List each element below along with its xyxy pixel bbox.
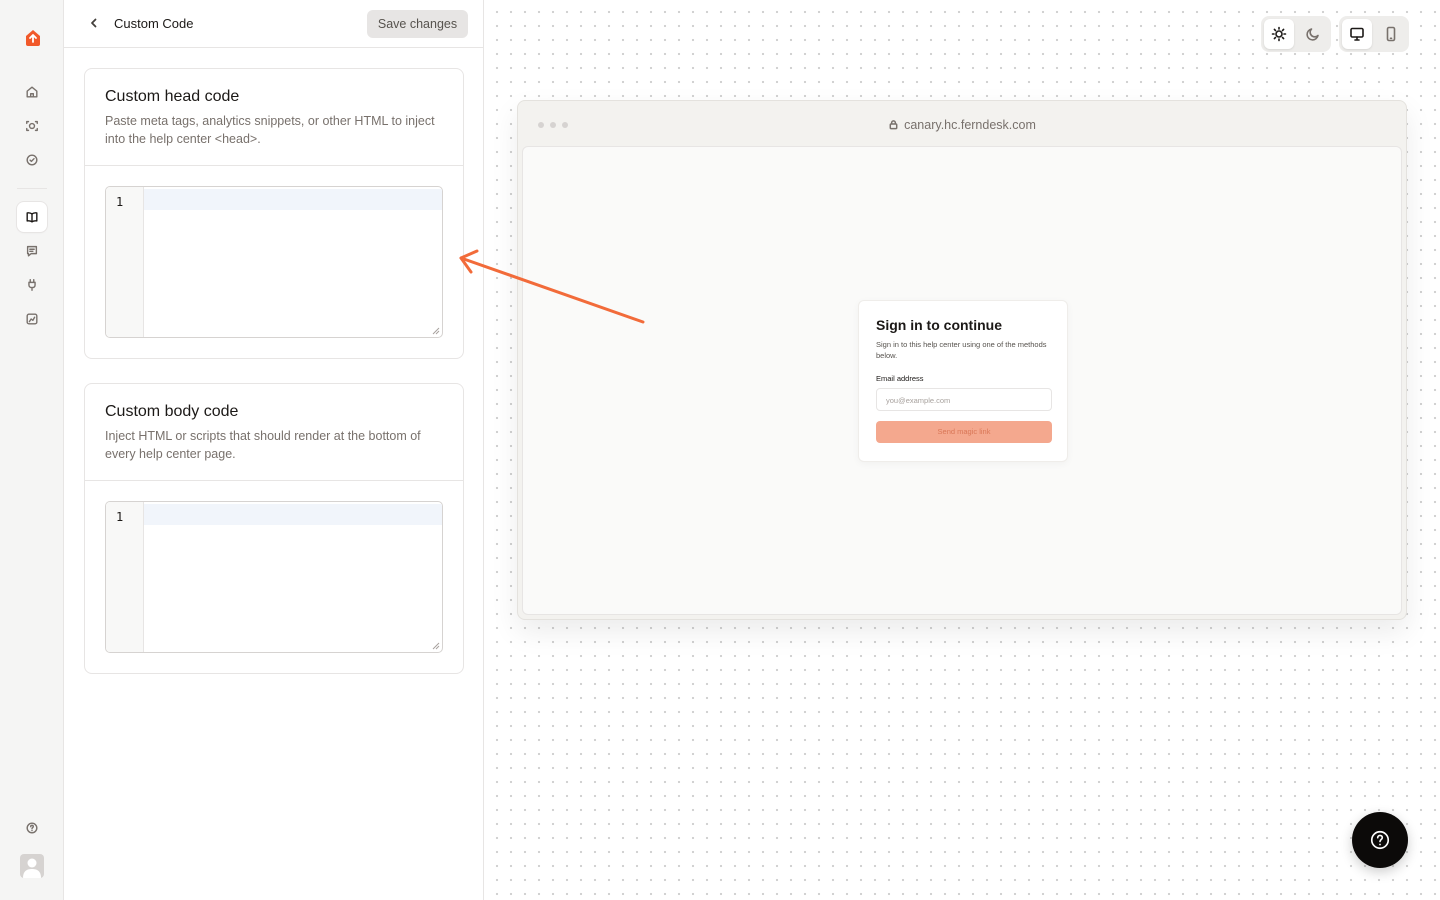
head-code-card-header: Custom head code Paste meta tags, analyt… [85,69,463,166]
sun-icon [1271,26,1287,42]
help-chat-button[interactable] [1352,812,1408,868]
page-title: Custom Code [114,16,194,31]
scan-face-icon [26,120,38,132]
head-code-card-body: 1 [85,166,463,358]
preview-canvas: canary.hc.ferndesk.com Sign in to contin… [485,0,1440,900]
active-line-highlight [144,189,442,210]
signin-card: Sign in to continue Sign in to this help… [858,300,1068,462]
desktop-view-button[interactable] [1342,19,1372,49]
resize-handle-icon[interactable] [432,642,440,650]
dark-mode-button[interactable] [1298,19,1328,49]
panel-header: Custom Code Save changes [64,0,484,48]
app-rail [0,0,64,900]
active-line-highlight [144,504,442,525]
body-code-title: Custom body code [105,403,239,420]
head-code-title: Custom head code [105,88,240,105]
rail-tasks-button[interactable] [17,145,47,175]
book-open-icon [26,212,38,223]
line-number: 1 [116,510,124,524]
body-code-card: Custom body code Inject HTML or scripts … [84,383,464,674]
preview-viewport: Sign in to continue Sign in to this help… [522,146,1402,615]
rail-home-button[interactable] [17,77,47,107]
rail-analytics-button[interactable] [17,304,47,334]
email-field[interactable]: you@example.com [876,388,1052,411]
line-gutter: 1 [106,187,144,337]
mobile-view-button[interactable] [1376,19,1406,49]
signin-title: Sign in to continue [876,317,1002,333]
signin-description: Sign in to this help center using one of… [876,340,1047,360]
home-icon [26,86,38,98]
browser-frame: canary.hc.ferndesk.com Sign in to contin… [517,100,1407,620]
save-changes-button[interactable]: Save changes [367,10,468,38]
body-code-card-header: Custom body code Inject HTML or scripts … [85,384,463,481]
rail-help-button[interactable] [17,813,47,843]
back-button[interactable] [84,13,104,33]
send-magic-link-button[interactable]: Send magic link [876,421,1052,443]
message-icon [26,245,38,257]
head-code-card: Custom head code Paste meta tags, analyt… [84,68,464,359]
body-code-editor[interactable]: 1 [105,501,443,653]
body-code-description: Inject HTML or scripts that should rende… [105,429,421,461]
brand-logo[interactable] [23,28,43,48]
rail-integrations-button[interactable] [17,270,47,300]
rail-help-center-button[interactable] [17,202,47,232]
email-label: Email address [876,374,924,383]
help-circle-icon [1370,830,1390,850]
smartphone-icon [1386,26,1396,42]
resize-handle-icon[interactable] [432,327,440,335]
moon-icon [1306,28,1319,41]
light-mode-button[interactable] [1264,19,1294,49]
monitor-icon [1350,27,1364,41]
head-code-editor[interactable]: 1 [105,186,443,338]
line-gutter: 1 [106,502,144,652]
check-badge-icon [26,154,38,166]
head-code-description: Paste meta tags, analytics snippets, or … [105,114,435,146]
url-text: canary.hc.ferndesk.com [904,118,1036,132]
rail-divider [17,188,47,189]
analytics-icon [26,313,38,325]
rail-messages-button[interactable] [17,236,47,266]
avatar[interactable] [20,854,44,878]
plug-icon [28,279,36,291]
rail-contacts-button[interactable] [17,111,47,141]
device-toggle [1339,16,1409,52]
help-circle-icon [26,822,38,834]
address-bar: canary.hc.ferndesk.com [518,118,1406,132]
lock-icon [889,120,898,130]
line-number: 1 [116,195,124,209]
settings-panel: Custom Code Save changes Custom head cod… [64,0,484,900]
chevron-left-icon [91,18,97,28]
body-code-card-body: 1 [85,481,463,673]
theme-toggle [1261,16,1331,52]
